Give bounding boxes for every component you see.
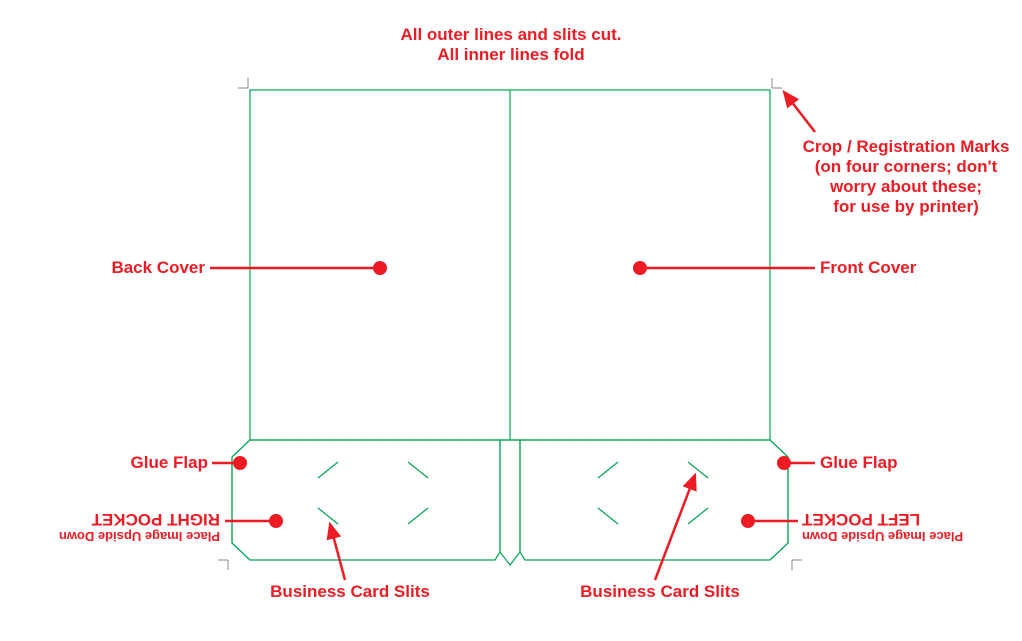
right-pocket-sub: Place Image Upside Down	[59, 529, 220, 544]
glue-flap-left-label: Glue Flap	[131, 453, 208, 472]
glue-flap-right-dot	[777, 456, 791, 470]
left-pocket-sub: Place Image Upside Down	[802, 529, 963, 544]
front-cover-label: Front Cover	[820, 258, 917, 277]
front-cover-dot	[633, 261, 647, 275]
right-pocket-dot	[269, 514, 283, 528]
crop-marks-pointer	[784, 92, 815, 132]
crop-marks-label-l2: (on four corners; don't	[815, 157, 998, 176]
card-slits-right-pointer	[655, 475, 695, 580]
back-cover-dot	[373, 261, 387, 275]
card-slits-left-pointer	[330, 524, 345, 580]
header-line2: All inner lines fold	[437, 45, 584, 64]
left-pocket-dot	[741, 514, 755, 528]
glue-flap-right-label: Glue Flap	[820, 453, 897, 472]
card-slits-right-label: Business Card Slits	[580, 582, 740, 601]
header-line1: All outer lines and slits cut.	[400, 25, 621, 44]
left-pocket-label: LEFT POCKET	[801, 510, 920, 529]
right-pocket-label-group: Place Image Upside Down RIGHT POCKET	[59, 510, 220, 544]
left-pocket-label-group: Place Image Upside Down LEFT POCKET	[801, 510, 963, 544]
crop-marks-label-l1: Crop / Registration Marks	[803, 137, 1010, 156]
crop-marks-label-l3: worry about these;	[829, 177, 982, 196]
folder-dieline-diagram: All outer lines and slits cut. All inner…	[0, 0, 1022, 641]
dieline	[232, 90, 788, 565]
crop-marks-label-l4: for use by printer)	[833, 197, 978, 216]
back-cover-label: Back Cover	[111, 258, 205, 277]
right-pocket-label: RIGHT POCKET	[91, 510, 220, 529]
card-slits-left-label: Business Card Slits	[270, 582, 430, 601]
glue-flap-left-dot	[233, 456, 247, 470]
